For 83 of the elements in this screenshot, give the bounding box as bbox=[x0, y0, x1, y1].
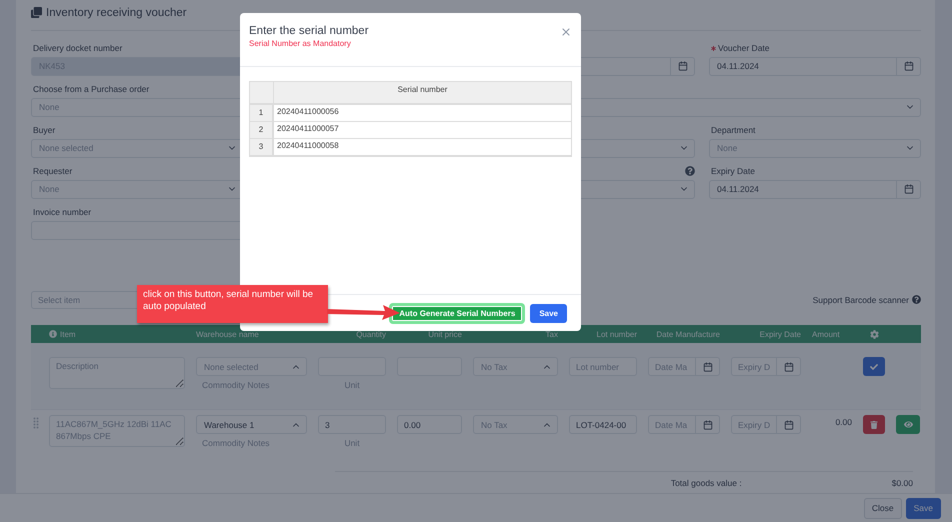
calendar-icon[interactable] bbox=[702, 362, 712, 372]
unit-label: Unit bbox=[343, 438, 361, 448]
date-input[interactable]: Date Ma bbox=[649, 358, 695, 376]
lot-number-field[interactable]: LOT-0424-00 bbox=[569, 415, 637, 434]
column-header: Date Manufacture bbox=[656, 330, 720, 339]
lot-number-field[interactable]: Lot number bbox=[569, 357, 637, 376]
help-icon[interactable] bbox=[685, 166, 695, 176]
date-field[interactable]: Date Ma bbox=[648, 415, 720, 434]
input-field[interactable] bbox=[31, 220, 243, 240]
close-button[interactable]: Close bbox=[864, 498, 902, 518]
select-field[interactable]: None bbox=[709, 138, 921, 158]
row-number: 1 bbox=[250, 105, 274, 122]
callout-note: click on this button, serial number will be auto populated bbox=[137, 285, 328, 323]
field-label: Delivery docket number bbox=[33, 43, 122, 54]
eye-icon bbox=[904, 420, 912, 430]
select-field[interactable]: No Tax bbox=[473, 357, 558, 376]
auto-generate-button[interactable]: Auto Generate Serial Numbers bbox=[390, 304, 524, 322]
commodity-notes: Commodity Notes bbox=[201, 438, 271, 448]
date-field[interactable]: 04.11.2024 bbox=[709, 56, 921, 76]
amount-value: 0.00 bbox=[835, 417, 852, 428]
calendar-icon[interactable] bbox=[904, 61, 914, 72]
select-field[interactable]: Warehouse 1 bbox=[196, 415, 307, 434]
date-input[interactable]: Expiry D bbox=[732, 416, 776, 434]
help-icon[interactable] bbox=[912, 295, 921, 304]
date-input[interactable]: Expiry D bbox=[732, 358, 776, 376]
page-title: Inventory receiving voucher bbox=[46, 6, 187, 19]
total-value: $0.00 bbox=[892, 478, 913, 488]
select-field[interactable]: None selected bbox=[31, 138, 243, 158]
field-label: Requester bbox=[33, 166, 72, 176]
view-button[interactable] bbox=[896, 415, 920, 434]
calendar-icon[interactable] bbox=[784, 362, 794, 372]
column-header: Serial number bbox=[274, 82, 571, 105]
date-field[interactable]: Expiry D bbox=[731, 415, 801, 434]
column-header: Item bbox=[60, 330, 76, 339]
column-header: Lot number bbox=[596, 330, 637, 339]
column-header: Amount bbox=[812, 330, 840, 339]
column-header: Unit price bbox=[428, 330, 462, 339]
total-label: Total goods value : bbox=[670, 478, 742, 488]
column-header: Tax bbox=[546, 330, 558, 339]
row-number: 3 bbox=[250, 139, 274, 156]
select-field[interactable]: None selected bbox=[196, 357, 307, 376]
date-field[interactable]: Date Ma bbox=[648, 357, 720, 376]
save-button[interactable]: Save bbox=[906, 498, 941, 518]
dialog-subtitle: Serial Number as Mandatory bbox=[249, 39, 352, 48]
field-label: Choose from a Purchase order bbox=[33, 84, 150, 94]
copy-icon bbox=[31, 7, 42, 18]
serial-cell[interactable]: 20240411000056 bbox=[274, 105, 571, 122]
dialog-title: Enter the serial number bbox=[249, 25, 369, 37]
barcode-label: Support Barcode scanner bbox=[812, 294, 909, 305]
select-field[interactable]: No Tax bbox=[473, 415, 558, 434]
calendar-icon[interactable] bbox=[702, 420, 712, 430]
field-label: Voucher Date bbox=[718, 43, 770, 54]
drag-handle-icon[interactable] bbox=[33, 417, 39, 430]
serial-cell[interactable]: 20240411000058 bbox=[274, 139, 571, 156]
serial-cell[interactable]: 20240411000057 bbox=[274, 122, 571, 139]
field-label: Buyer bbox=[33, 125, 56, 136]
delete-button[interactable] bbox=[863, 415, 885, 434]
field-label: Invoice number bbox=[33, 207, 92, 218]
check-icon bbox=[870, 362, 878, 371]
select-field[interactable]: None bbox=[31, 180, 243, 199]
calendar-icon[interactable] bbox=[784, 420, 794, 430]
column-header: Warehouse name bbox=[196, 330, 259, 339]
confirm-button[interactable] bbox=[863, 357, 885, 376]
quantity-field[interactable]: 3 bbox=[318, 415, 386, 434]
field-label: Department bbox=[711, 125, 756, 136]
description-field[interactable]: Description bbox=[49, 357, 185, 390]
settings-icon[interactable] bbox=[870, 330, 878, 339]
date-field[interactable]: Expiry D bbox=[731, 357, 801, 376]
close-button[interactable] bbox=[560, 26, 572, 38]
calendar-icon[interactable] bbox=[904, 184, 914, 194]
calendar-icon[interactable] bbox=[678, 61, 688, 72]
trash-icon bbox=[870, 420, 878, 429]
save-button[interactable]: Save bbox=[530, 304, 567, 322]
field-label: Expiry Date bbox=[711, 166, 755, 176]
date-input[interactable]: Date Ma bbox=[649, 416, 695, 434]
column-header: Expiry Date bbox=[760, 330, 801, 339]
close-icon bbox=[560, 26, 572, 38]
price-field[interactable]: 0.00 bbox=[397, 415, 462, 434]
info-icon bbox=[49, 330, 57, 338]
column-header: Quantity bbox=[356, 330, 386, 339]
row-number: 2 bbox=[250, 122, 274, 139]
date-field[interactable]: 04.11.2024 bbox=[709, 180, 921, 199]
description-field[interactable]: 11AC867M_5GHz 12dBi 11AC 867Mbps CPE bbox=[49, 415, 185, 448]
